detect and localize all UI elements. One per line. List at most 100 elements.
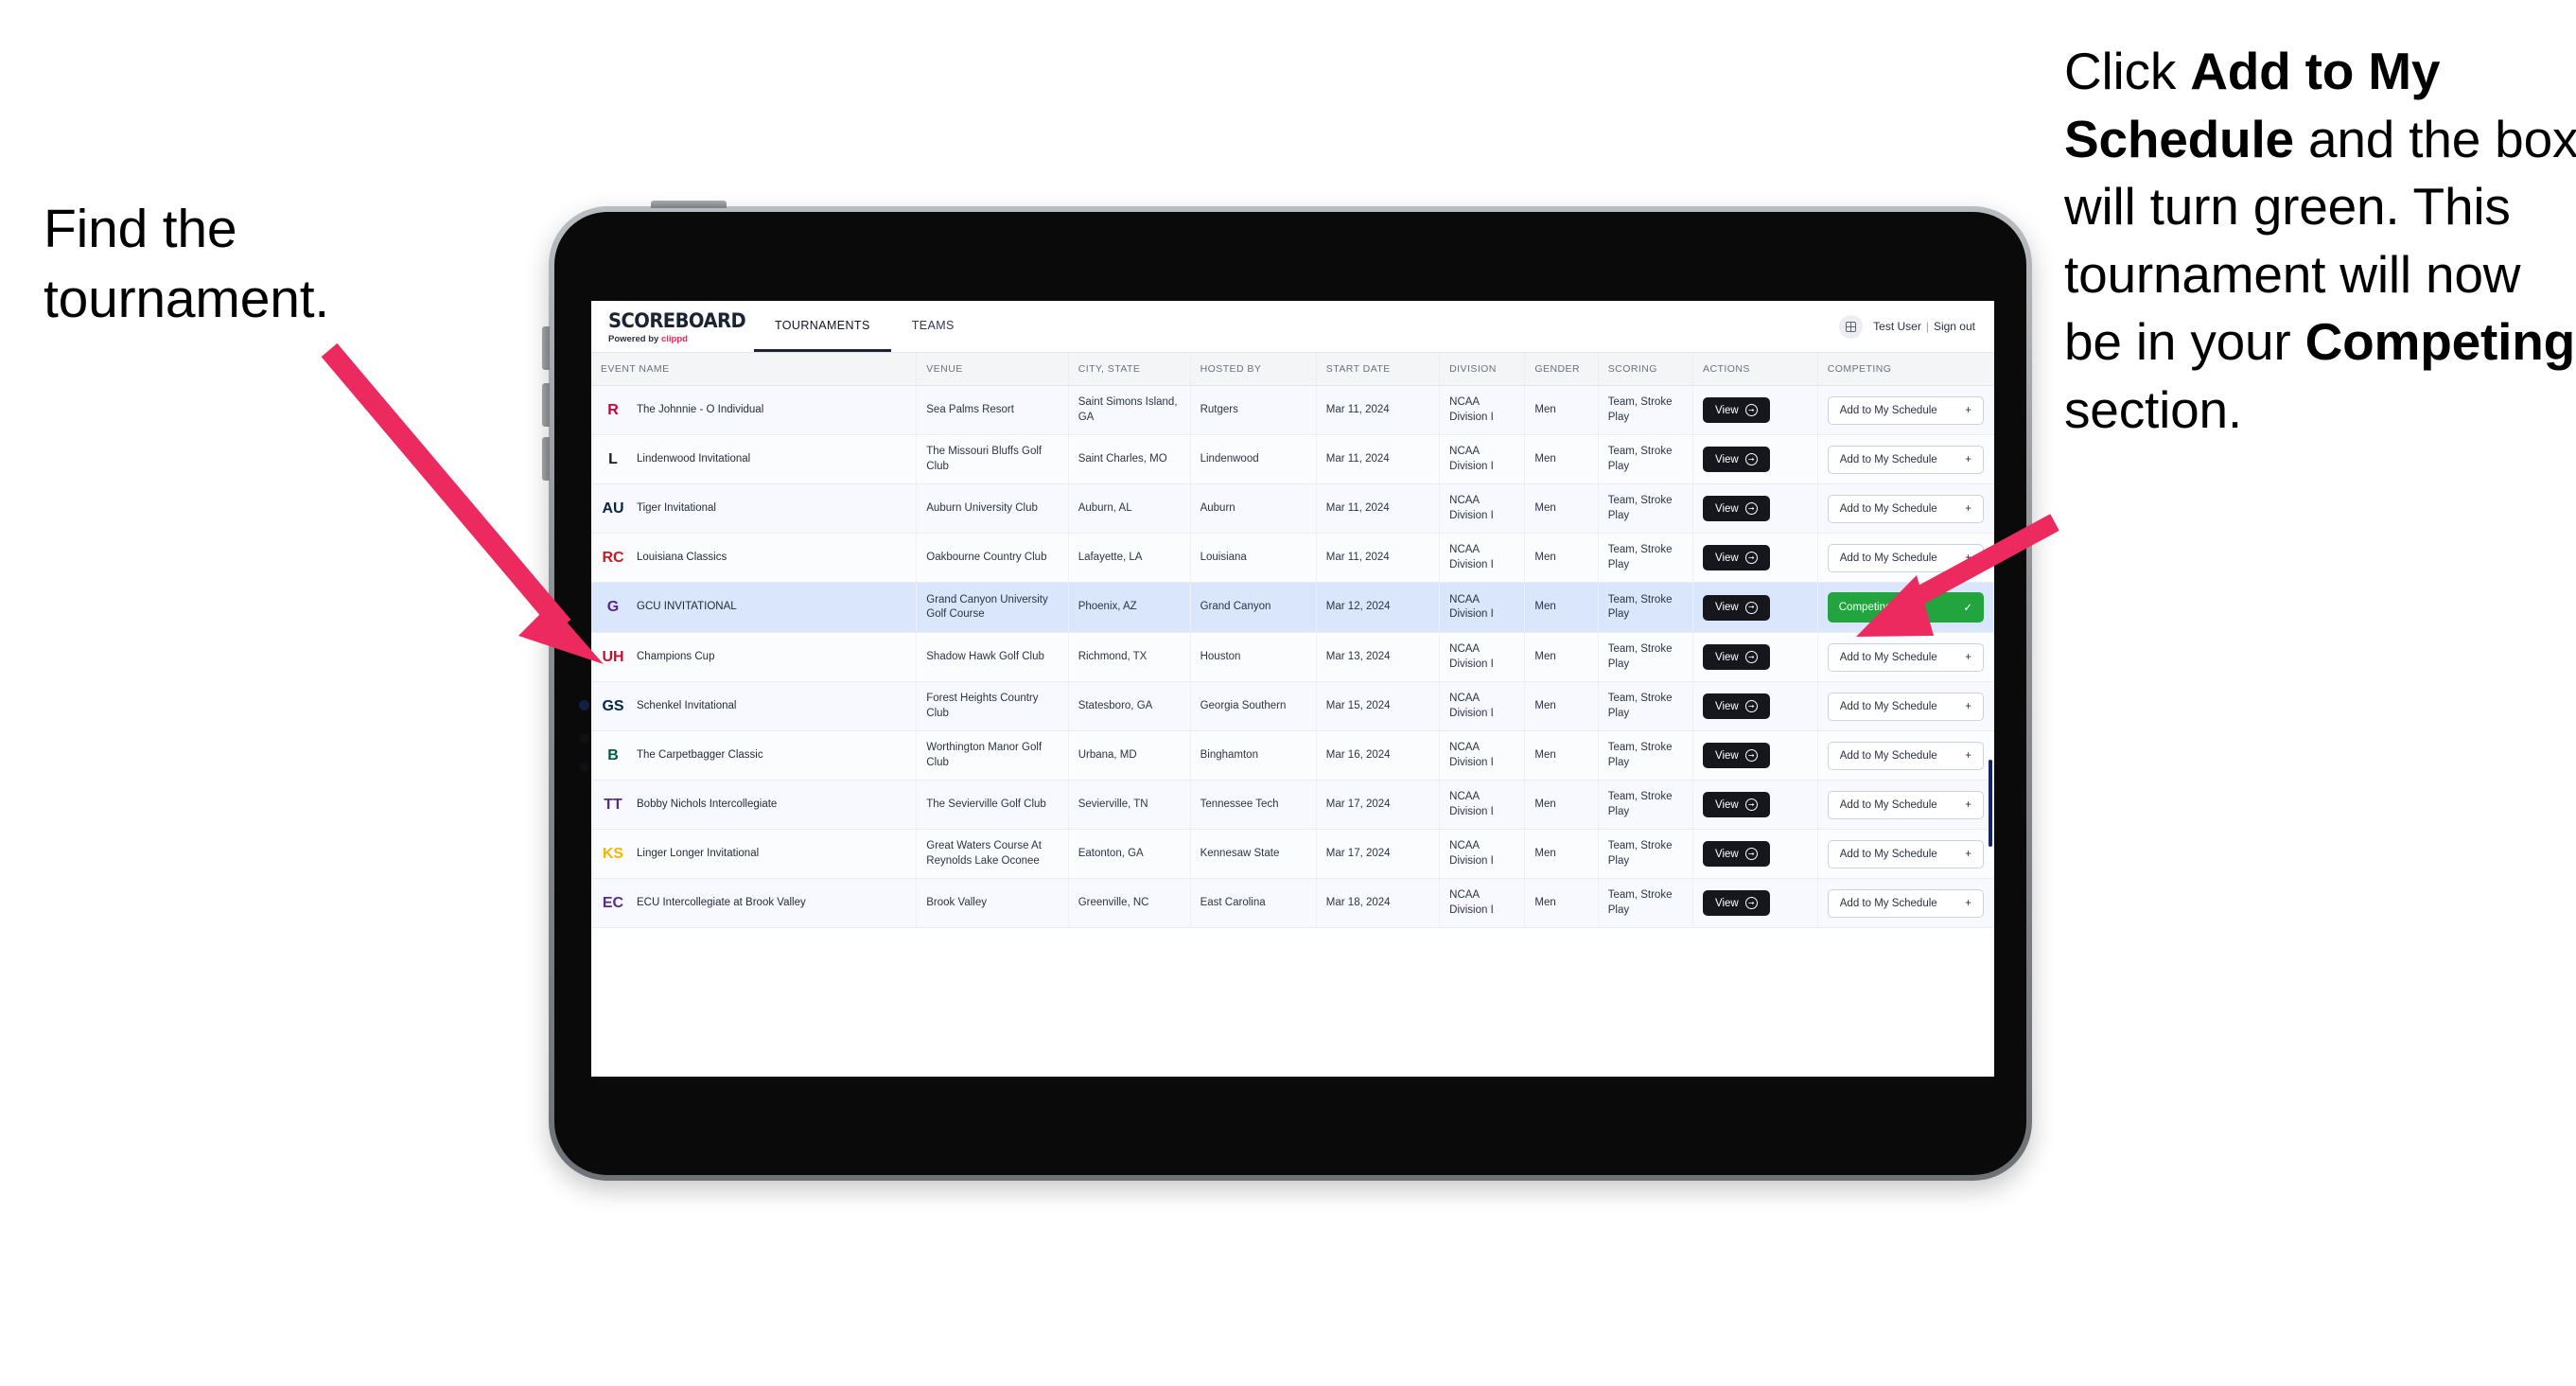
view-button[interactable]: View ➞ [1702, 792, 1770, 818]
event-name-text: GCU INVITATIONAL [637, 601, 737, 613]
table-row[interactable]: R The Johnnie - O Individual Sea Palms Res… [591, 385, 1994, 436]
view-button[interactable]: View ➞ [1702, 496, 1770, 522]
add-to-my-schedule-button[interactable]: Add to My Schedule + [1827, 741, 1984, 770]
grid-icon[interactable] [1839, 314, 1864, 339]
cell-event-name: G GCU INVITATIONAL [591, 582, 918, 634]
cell-scoring: Team, Stroke Play [1598, 780, 1693, 831]
col-scoring: SCORING [1598, 353, 1693, 386]
col-competing: COMPETING [1817, 353, 1994, 386]
powered-prefix: Powered by [608, 333, 661, 344]
cell-gender: Men [1524, 385, 1599, 436]
cell-scoring: Team, Stroke Play [1598, 434, 1693, 485]
check-icon: ✓ [1963, 603, 1972, 615]
cell-competing: Add to My Schedule + [1817, 878, 1994, 929]
table-row[interactable]: L Lindenwood Invitational The Missouri Blu… [591, 434, 1994, 485]
view-button[interactable]: View ➞ [1702, 594, 1770, 621]
cell-start-date: Mar 15, 2024 [1316, 681, 1441, 732]
arrow-right-circle-icon: ➞ [1744, 552, 1758, 565]
volume-button-2[interactable] [542, 383, 550, 427]
table-row[interactable]: G GCU INVITATIONAL Grand Canyon University… [591, 582, 1994, 634]
volume-button-3[interactable] [542, 437, 550, 481]
cell-gender: Men [1524, 681, 1599, 732]
event-name-text: Louisiana Classics [637, 551, 727, 563]
arrow-right-circle-icon: ➞ [1744, 453, 1758, 466]
team-logo-icon: AU [602, 500, 624, 517]
cell-actions: View ➞ [1692, 878, 1818, 929]
cell-hosted-by: Georgia Southern [1190, 681, 1317, 732]
table-row[interactable]: RC Louisiana Classics Oakbourne Country Cl… [591, 533, 1994, 584]
power-button[interactable] [651, 201, 727, 208]
cell-event-name: L Lindenwood Invitational [591, 434, 918, 485]
view-button[interactable]: View ➞ [1702, 447, 1770, 473]
event-name-text: The Carpetbagger Classic [637, 748, 763, 761]
col-division: DIVISION [1439, 353, 1526, 386]
add-to-my-schedule-button[interactable]: Add to My Schedule + [1827, 839, 1984, 868]
cell-hosted-by: Louisiana [1190, 533, 1317, 584]
view-button-label: View [1714, 848, 1739, 860]
view-button[interactable]: View ➞ [1702, 397, 1770, 424]
add-to-my-schedule-button[interactable]: Add to My Schedule + [1827, 543, 1984, 572]
app-screen: SCOREBOARD Powered by clippd TOURNAMENTS… [591, 301, 1994, 1077]
cell-division: NCAA Division I [1439, 780, 1526, 831]
sign-out-link[interactable]: Sign out [1934, 320, 1975, 333]
view-button[interactable]: View ➞ [1702, 743, 1770, 769]
cell-event-name: AU Tiger Invitational [591, 483, 918, 535]
table-row[interactable]: TT Bobby Nichols Intercollegiate The Sevie… [591, 780, 1994, 831]
add-to-my-schedule-button[interactable]: Add to My Schedule + [1827, 790, 1984, 819]
col-start-date: START DATE [1316, 353, 1441, 386]
table-row[interactable]: AU Tiger Invitational Auburn University Cl… [591, 483, 1994, 535]
table-row[interactable]: B The Carpetbagger Classic Worthington Man… [591, 730, 1994, 781]
view-button-label: View [1714, 552, 1739, 564]
cell-event-name: GS Schenkel Invitational [591, 681, 918, 732]
view-button[interactable]: View ➞ [1702, 693, 1770, 720]
cell-start-date: Mar 17, 2024 [1316, 829, 1441, 880]
view-button[interactable]: View ➞ [1702, 545, 1770, 571]
add-to-my-schedule-button[interactable]: Add to My Schedule + [1827, 692, 1984, 721]
annotation-add-to-schedule: Click Add to My Schedule and the box wil… [2064, 38, 2576, 444]
annotation-find-tournament: Find the tournament. [44, 194, 441, 334]
competing-button[interactable]: Competing ✓ [1827, 592, 1984, 623]
cell-venue: Great Waters Course At Reynolds Lake Oco… [916, 829, 1069, 880]
tournaments-table-wrapper[interactable]: EVENT NAME VENUE CITY, STATE HOSTED BY S… [591, 353, 1994, 1077]
add-button-label: Add to My Schedule [1839, 798, 1937, 811]
event-name-text: Lindenwood Invitational [637, 452, 751, 465]
add-to-my-schedule-button[interactable]: Add to My Schedule + [1827, 395, 1984, 425]
arrow-right-circle-icon: ➞ [1744, 502, 1758, 516]
table-header: EVENT NAME VENUE CITY, STATE HOSTED BY S… [591, 353, 1994, 386]
add-button-label: Add to My Schedule [1839, 651, 1937, 663]
view-button-label: View [1714, 602, 1739, 614]
annotation-right-bold2: Competing [2304, 312, 2576, 371]
table-row[interactable]: UH Champions Cup Shadow Hawk Golf Club Rich… [591, 632, 1994, 683]
cell-scoring: Team, Stroke Play [1598, 730, 1693, 781]
table-scrollbar-thumb[interactable] [1989, 760, 1992, 847]
add-to-my-schedule-button[interactable]: Add to My Schedule + [1827, 642, 1984, 672]
cell-competing: Add to My Schedule + [1817, 681, 1994, 732]
tab-tournaments[interactable]: TOURNAMENTS [754, 301, 891, 352]
table-row[interactable]: EC ECU Intercollegiate at Brook Valley Bro… [591, 878, 1994, 929]
add-to-my-schedule-button[interactable]: Add to My Schedule + [1827, 494, 1984, 523]
add-to-my-schedule-button[interactable]: Add to My Schedule + [1827, 445, 1984, 474]
cell-competing: Add to My Schedule + [1817, 385, 1994, 436]
view-button[interactable]: View ➞ [1702, 841, 1770, 868]
team-logo-icon: TT [604, 796, 622, 813]
tournaments-table: EVENT NAME VENUE CITY, STATE HOSTED BY S… [591, 353, 1994, 929]
col-gender: GENDER [1524, 353, 1599, 386]
view-button[interactable]: View ➞ [1702, 644, 1770, 671]
view-button-label: View [1714, 453, 1739, 465]
tab-teams[interactable]: TEAMS [891, 301, 975, 352]
volume-button-1[interactable] [542, 326, 550, 370]
table-row[interactable]: KS Linger Longer Invitational Great Waters… [591, 829, 1994, 880]
table-row[interactable]: GS Schenkel Invitational Forest Heights Co… [591, 681, 1994, 732]
cell-venue: Oakbourne Country Club [916, 533, 1069, 584]
cell-city-state: Saint Simons Island, GA [1068, 385, 1191, 436]
brand-powered-by: Powered by clippd [608, 334, 733, 344]
cell-competing: Add to My Schedule + [1817, 780, 1994, 831]
cell-actions: View ➞ [1692, 681, 1818, 732]
add-to-my-schedule-button[interactable]: Add to My Schedule + [1827, 888, 1984, 918]
cell-hosted-by: Auburn [1190, 483, 1317, 535]
cell-scoring: Team, Stroke Play [1598, 483, 1693, 535]
view-button-label: View [1714, 798, 1739, 811]
cell-division: NCAA Division I [1439, 829, 1526, 880]
view-button[interactable]: View ➞ [1702, 890, 1770, 917]
cell-hosted-by: East Carolina [1190, 878, 1317, 929]
